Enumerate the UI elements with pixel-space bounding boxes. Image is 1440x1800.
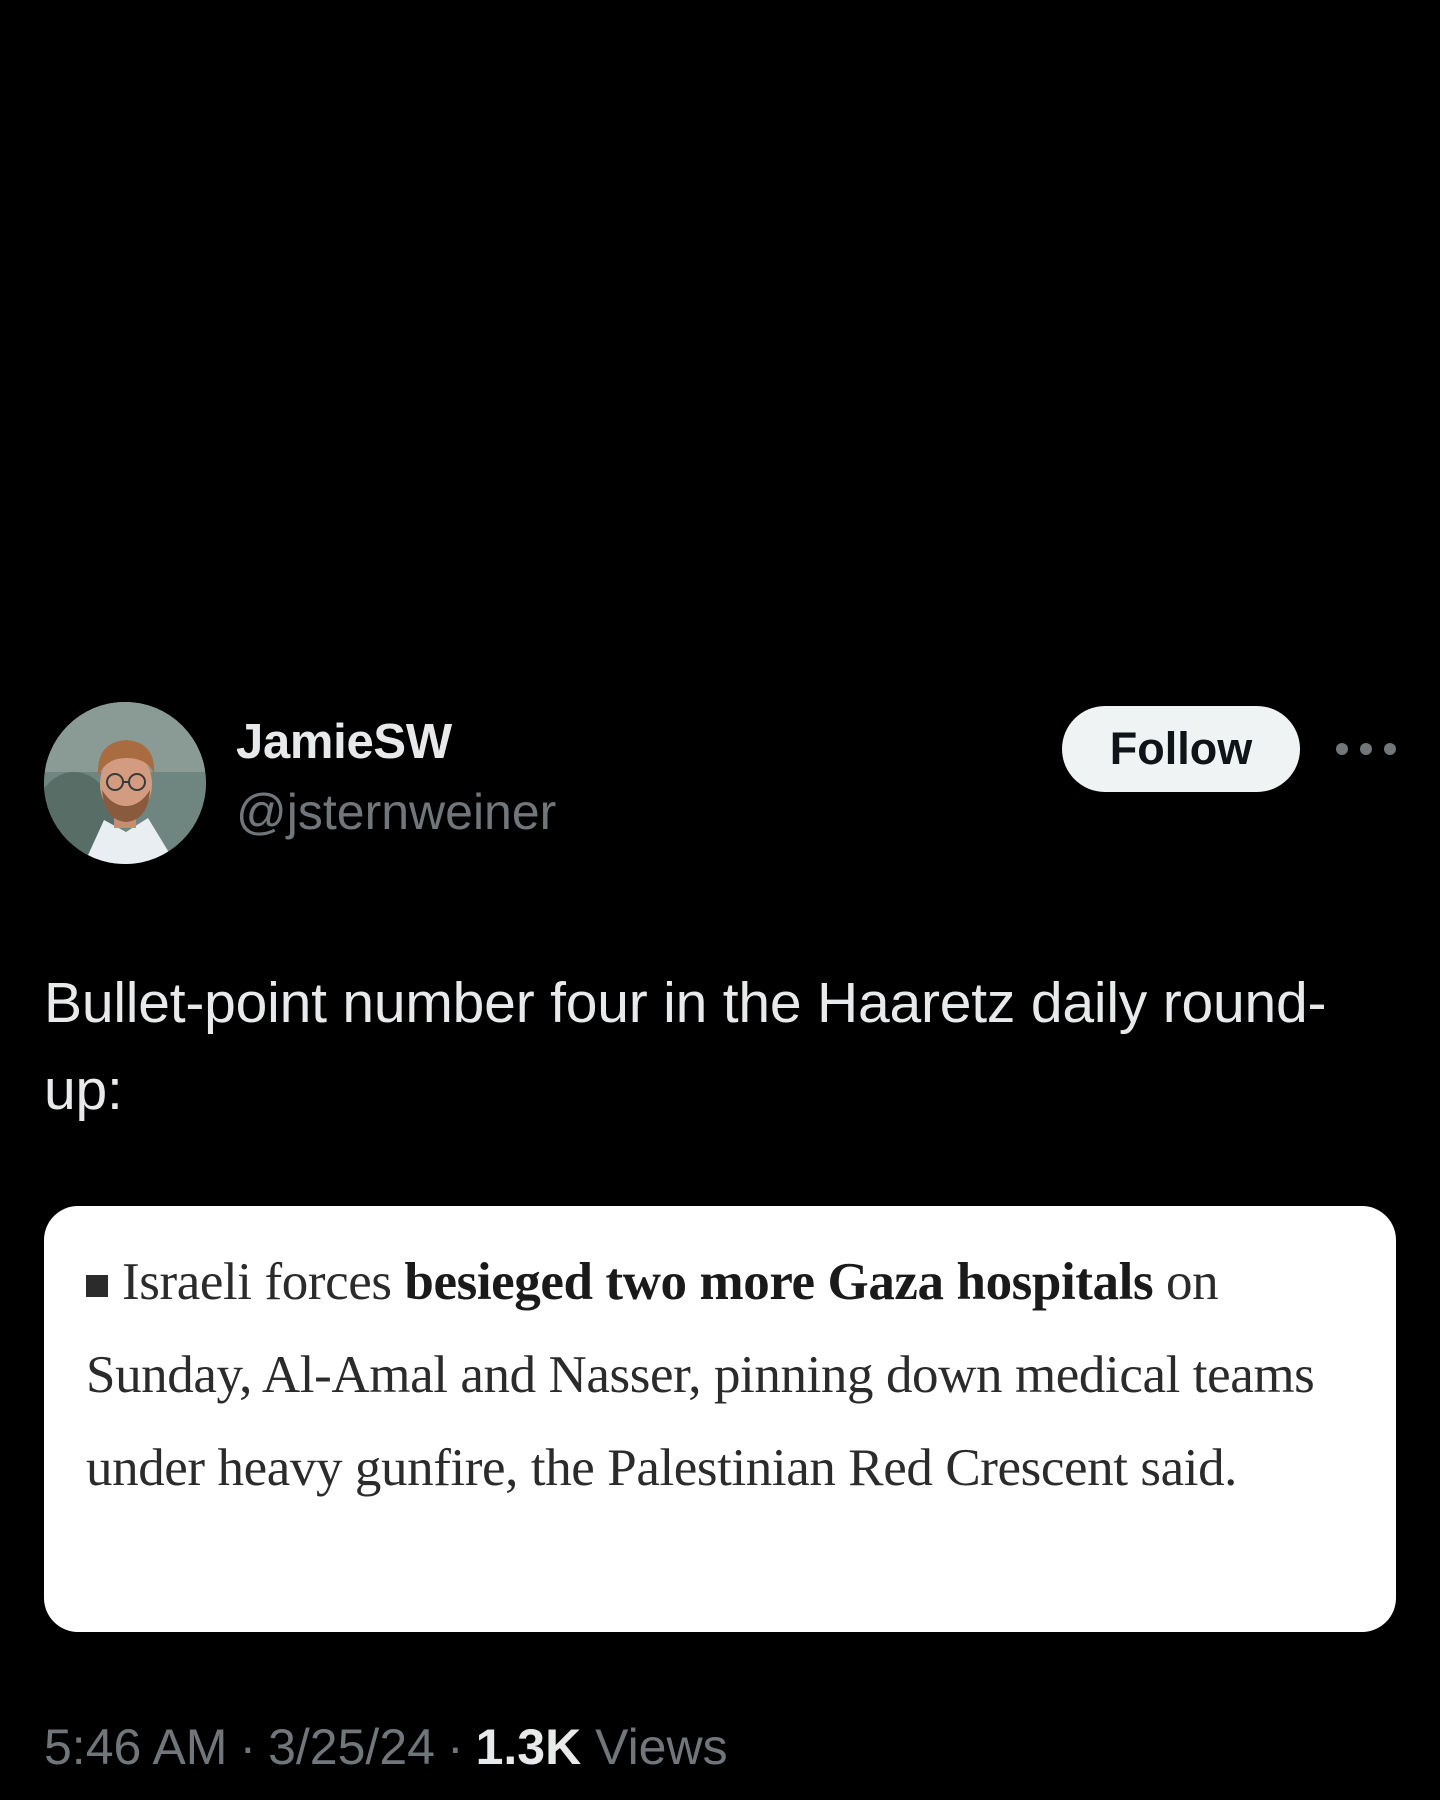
meta-separator: · — [446, 1719, 464, 1775]
tweet-time[interactable]: 5:46 AM — [44, 1719, 227, 1775]
tweet-text: Bullet-point number four in the Haaretz … — [44, 971, 1327, 1122]
bullet-square-icon — [86, 1275, 108, 1297]
more-dot — [1336, 743, 1348, 755]
avatar-portrait-icon — [44, 702, 206, 864]
views-label: Views — [595, 1719, 728, 1775]
follow-button[interactable]: Follow — [1062, 706, 1300, 792]
tweet-header: JamieSW @jsternweiner Follow — [44, 702, 1396, 866]
tweet-date[interactable]: 3/25/24 — [268, 1719, 435, 1775]
meta-separator: · — [239, 1719, 257, 1775]
quoted-text-prefix: Israeli forces — [122, 1253, 405, 1311]
more-options-icon[interactable] — [1336, 732, 1396, 766]
tweet-screen: JamieSW @jsternweiner Follow Bullet-poin… — [0, 0, 1440, 1800]
more-dot — [1384, 743, 1396, 755]
quoted-article-text: Israeli forces besieged two more Gaza ho… — [86, 1236, 1356, 1515]
author-display-name[interactable]: JamieSW — [236, 718, 556, 767]
avatar[interactable] — [44, 702, 206, 864]
tweet-meta: 5:46 AM · 3/25/24 · 1.3K Views — [44, 1722, 728, 1772]
quoted-image-card[interactable]: Israeli forces besieged two more Gaza ho… — [44, 1206, 1396, 1632]
more-dot — [1360, 743, 1372, 755]
quoted-text-bold: besieged two more Gaza hospitals — [404, 1253, 1154, 1311]
author-identity[interactable]: JamieSW @jsternweiner — [236, 718, 556, 838]
views-count[interactable]: 1.3K — [476, 1719, 582, 1775]
author-handle[interactable]: @jsternweiner — [236, 787, 556, 837]
